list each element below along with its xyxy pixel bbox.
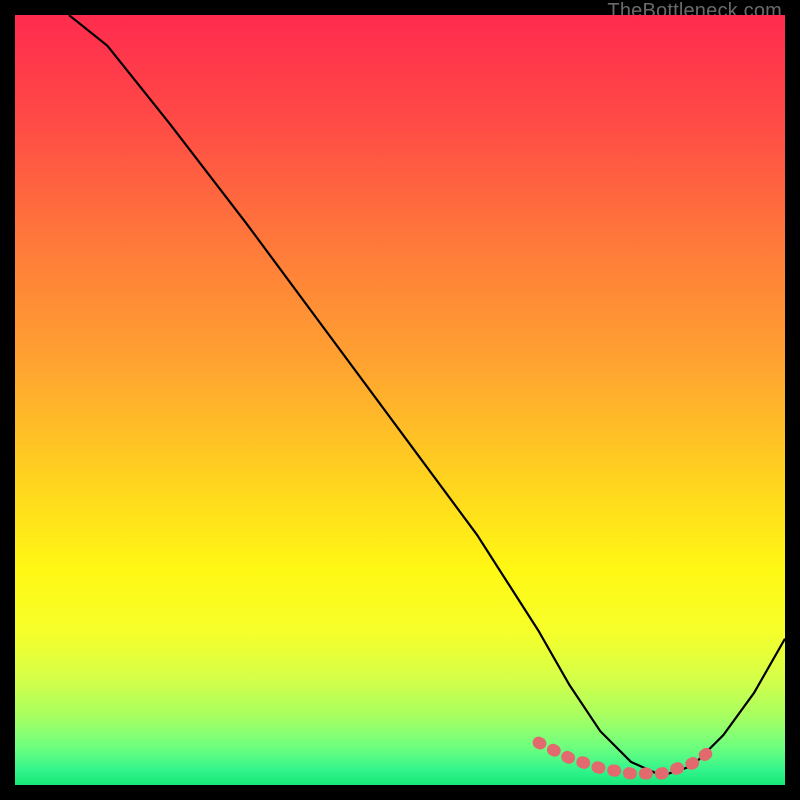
chart-frame xyxy=(15,15,785,785)
bottleneck-chart xyxy=(15,15,785,785)
gradient-background xyxy=(15,15,785,785)
